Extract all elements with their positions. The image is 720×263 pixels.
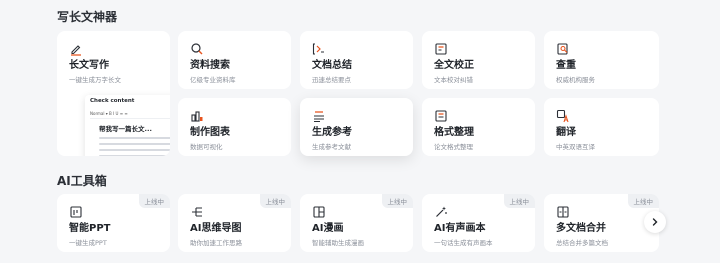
card-document-summary[interactable]: 文档总结 迅速总结要点 [300, 31, 413, 89]
card-full-text-proofread[interactable]: 全文校正 文本校对纠错 [422, 31, 535, 89]
preview-text-line [99, 143, 170, 145]
status-badge: 上线中 [503, 194, 535, 208]
status-badge: 上线中 [259, 194, 291, 208]
card-title: AI有声画本 [434, 223, 486, 234]
card-desc: 中英双语互译 [556, 143, 595, 151]
summary-icon [312, 41, 326, 55]
mindmap-icon [190, 204, 204, 218]
search-icon [190, 41, 204, 55]
card-generate-reference[interactable]: 生成参考 生成参考文献 [300, 98, 413, 156]
card-desc: 论文格式整理 [434, 143, 473, 151]
card-desc: 数据可视化 [190, 143, 223, 151]
tool-card-ai-comic[interactable]: 上线中 AI漫画 智能辅助生成漫画 [300, 194, 413, 252]
preview-doc-title: 帮我写一篇长文... [99, 125, 152, 133]
card-desc: 生成参考文献 [312, 143, 351, 151]
tool-card-multi-doc-merge[interactable]: 上线中 多文档合并 总结合并多篇文档 [544, 194, 659, 252]
carousel-next-button[interactable] [644, 211, 666, 233]
card-title: 资料搜索 [190, 60, 230, 71]
pen-icon [69, 41, 83, 56]
card-desc: 一键生成万字长文 [69, 76, 121, 84]
card-title: 查重 [556, 60, 576, 71]
chevron-right-icon [652, 218, 658, 226]
ppt-icon [69, 204, 83, 218]
format-icon [434, 108, 448, 122]
status-badge: 上线中 [627, 194, 659, 208]
card-title: AI思维导图 [190, 223, 242, 234]
card-plagiarism-check[interactable]: 查重 权威机构服务 [544, 31, 659, 89]
card-material-search[interactable]: 资料搜索 亿级专业资料库 [178, 31, 291, 89]
document-preview: Check content Normal ▾ B I U ≡ ≡ 帮我写一篇长文… [85, 95, 170, 156]
card-title: 全文校正 [434, 60, 474, 71]
card-make-chart[interactable]: 制作图表 数据可视化 [178, 98, 291, 156]
card-desc: 总结合并多篇文档 [556, 239, 608, 247]
status-badge: 上线中 [138, 194, 170, 208]
card-desc: 迅速总结要点 [312, 76, 351, 84]
tools-section-title: AI工具箱 [57, 174, 107, 188]
preview-header: Check content [90, 98, 135, 104]
card-long-writing[interactable]: 长文写作 一键生成万字长文 Check content Normal ▾ B I… [57, 31, 170, 156]
merge-icon [556, 204, 570, 218]
chart-icon [190, 108, 204, 122]
status-badge: 上线中 [381, 194, 413, 208]
card-title: AI漫画 [312, 223, 344, 234]
preview-text-line [99, 137, 170, 139]
tool-card-ai-audio-picturebook[interactable]: 上线中 AI有声画本 一句话生成有声画本 [422, 194, 535, 252]
card-title: 生成参考 [312, 127, 352, 138]
card-title: 格式整理 [434, 127, 474, 138]
tool-card-ai-mindmap[interactable]: 上线中 AI思维导图 助你加速工作思路 [178, 194, 291, 252]
tool-card-smart-ppt[interactable]: 上线中 智能PPT 一键生成PPT [57, 194, 170, 252]
card-format-arrange[interactable]: 格式整理 论文格式整理 [422, 98, 535, 156]
card-title: 长文写作 [69, 60, 109, 71]
card-desc: 一键生成PPT [69, 239, 107, 247]
card-desc: 智能辅助生成漫画 [312, 239, 364, 247]
translate-icon [556, 108, 570, 123]
card-desc: 助你加速工作思路 [190, 239, 242, 247]
proofread-icon [434, 41, 448, 55]
writing-section-title: 写长文神器 [57, 10, 118, 24]
card-desc: 文本校对纠错 [434, 76, 473, 84]
preview-toolbar: Normal ▾ B I U ≡ ≡ [90, 111, 170, 119]
card-title: 多文档合并 [556, 223, 606, 234]
card-title: 制作图表 [190, 127, 230, 138]
card-translate[interactable]: 翻译 中英双语互译 [544, 98, 659, 156]
preview-text-line [99, 155, 169, 156]
card-desc: 权威机构服务 [556, 76, 595, 84]
preview-text-line [99, 149, 170, 151]
card-desc: 亿级专业资料库 [190, 76, 236, 84]
reference-icon [312, 108, 326, 123]
card-title: 文档总结 [312, 60, 352, 71]
card-title: 翻译 [556, 127, 576, 138]
card-title: 智能PPT [69, 223, 111, 234]
plagiarism-check-icon [556, 41, 570, 55]
comic-icon [312, 204, 326, 218]
card-desc: 一句话生成有声画本 [434, 239, 493, 247]
magic-wand-icon [434, 204, 448, 218]
